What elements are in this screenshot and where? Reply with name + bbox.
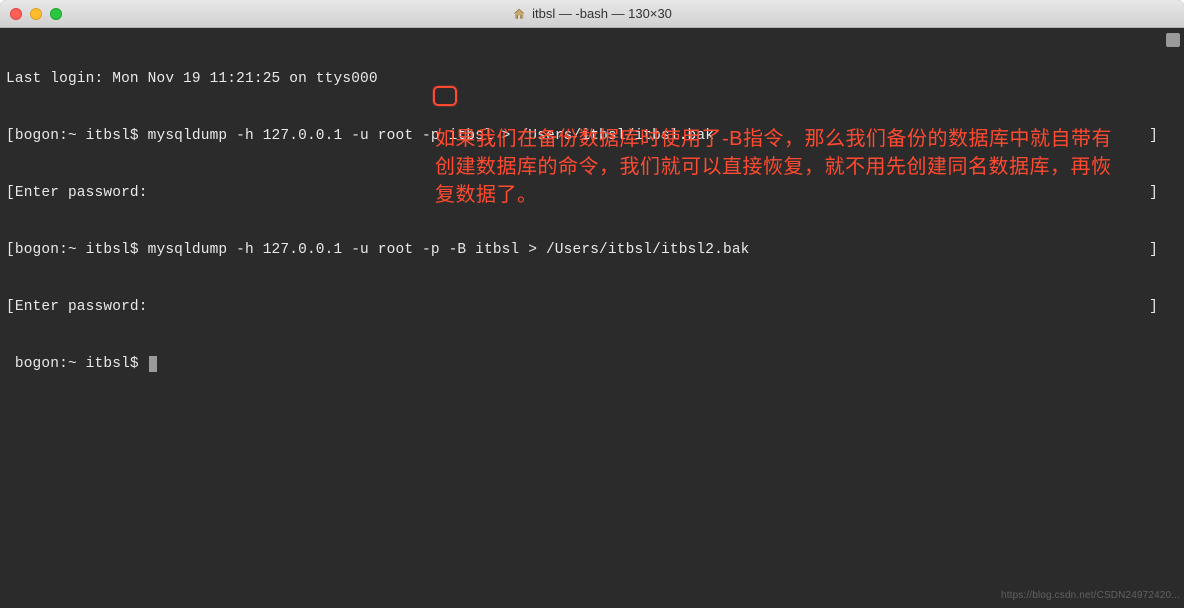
annotation-text: 如果我们在备份数据库时使用了-B指令，那么我们备份的数据库中就自带有创建数据库的… [435, 125, 1115, 209]
command-2-before: mysqldump -h 127.0.0.1 -u root -p [148, 242, 449, 258]
traffic-lights [10, 8, 62, 20]
terminal-body[interactable]: Last login: Mon Nov 19 11:21:25 on ttys0… [0, 28, 1184, 608]
bracket-right-3: ] [1149, 241, 1158, 260]
cursor-icon [149, 356, 157, 372]
highlight-box-flag [433, 86, 457, 106]
maximize-icon[interactable] [50, 8, 62, 20]
command-2-after: itbsl > /Users/itbsl/itbsl2.bak [466, 242, 749, 258]
terminal-window: itbsl — -bash — 130×30 Last login: Mon N… [0, 0, 1184, 608]
titlebar: itbsl — -bash — 130×30 [0, 0, 1184, 28]
close-icon[interactable] [10, 8, 22, 20]
bracket-right-4: ] [1149, 298, 1158, 317]
scroll-indicator[interactable] [1166, 33, 1180, 47]
enter-password-2: [Enter password: [6, 299, 148, 315]
terminal-line-enter2: [Enter password:] [6, 298, 1178, 317]
watermark-text: https://blog.csdn.net/CSDN24972420... [1001, 586, 1180, 605]
window-title: itbsl — -bash — 130×30 [512, 6, 672, 21]
home-icon [512, 7, 526, 21]
terminal-line-prompt3: bogon:~ itbsl$ [6, 355, 1178, 374]
enter-password-1: [Enter password: [6, 185, 148, 201]
prompt-2: [bogon:~ itbsl$ [6, 242, 148, 258]
terminal-line-cmd2: [bogon:~ itbsl$ mysqldump -h 127.0.0.1 -… [6, 241, 1178, 260]
terminal-line-lastlogin: Last login: Mon Nov 19 11:21:25 on ttys0… [6, 70, 1178, 89]
command-2-flag: -B [449, 242, 467, 258]
prompt-3: bogon:~ itbsl$ [6, 356, 148, 372]
prompt-1: [bogon:~ itbsl$ [6, 128, 148, 144]
minimize-icon[interactable] [30, 8, 42, 20]
window-title-text: itbsl — -bash — 130×30 [532, 6, 672, 21]
bracket-right-1: ] [1149, 127, 1158, 146]
bracket-right-2: ] [1149, 184, 1158, 203]
